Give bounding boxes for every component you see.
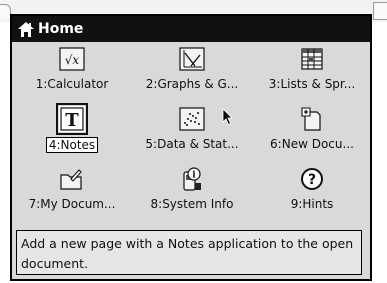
window-title: Home bbox=[38, 21, 84, 37]
app-label: 5:Data & Stat... bbox=[145, 137, 239, 151]
question-icon: ? bbox=[299, 166, 325, 192]
svg-text:i: i bbox=[192, 171, 196, 181]
scatter-plot-icon bbox=[179, 106, 205, 132]
app-item-data-statistics[interactable]: 5:Data & Stat... bbox=[132, 106, 252, 162]
svg-text:T: T bbox=[65, 110, 79, 131]
app-item-system-info[interactable]: i 8:System Info bbox=[132, 166, 252, 222]
app-label: 1:Calculator bbox=[35, 77, 109, 91]
help-description: Add a new page with a Notes application … bbox=[16, 230, 362, 275]
system-info-icon: i bbox=[179, 166, 205, 192]
svg-text:?: ? bbox=[308, 172, 316, 188]
notes-T-icon: T bbox=[56, 103, 88, 135]
background-tab-right bbox=[373, 2, 387, 20]
spreadsheet-icon bbox=[299, 46, 325, 72]
graph-icon bbox=[179, 46, 205, 72]
app-label: 8:System Info bbox=[150, 197, 234, 211]
home-icon bbox=[16, 19, 36, 39]
folder-icon bbox=[59, 166, 85, 192]
app-item-notes[interactable]: T 4:Notes bbox=[12, 103, 132, 162]
app-label: 4:Notes bbox=[45, 137, 99, 153]
app-label: 3:Lists & Spr... bbox=[268, 77, 356, 91]
home-menu-window: Home √x 1:Calculator 2:Graphs & G... 3:L… bbox=[10, 14, 372, 281]
title-bar: Home bbox=[12, 16, 370, 42]
svg-text:√x: √x bbox=[65, 53, 80, 67]
app-item-hints[interactable]: ? 9:Hints bbox=[252, 166, 372, 222]
app-label: 7:My Docum... bbox=[28, 197, 116, 211]
app-label: 2:Graphs & G... bbox=[145, 77, 239, 91]
app-item-my-documents[interactable]: 7:My Docum... bbox=[12, 166, 132, 222]
app-item-new-document[interactable]: 6:New Docu... bbox=[252, 106, 372, 162]
app-item-graphs[interactable]: 2:Graphs & G... bbox=[132, 46, 252, 102]
app-item-calculator[interactable]: √x 1:Calculator bbox=[12, 46, 132, 102]
app-label: 6:New Docu... bbox=[270, 137, 354, 151]
calculator-sqrt-icon: √x bbox=[59, 46, 85, 72]
mouse-pointer-icon bbox=[222, 108, 233, 126]
app-item-lists-spreadsheet[interactable]: 3:Lists & Spr... bbox=[252, 46, 372, 102]
app-label: 9:Hints bbox=[290, 197, 334, 211]
new-document-icon bbox=[299, 106, 325, 132]
